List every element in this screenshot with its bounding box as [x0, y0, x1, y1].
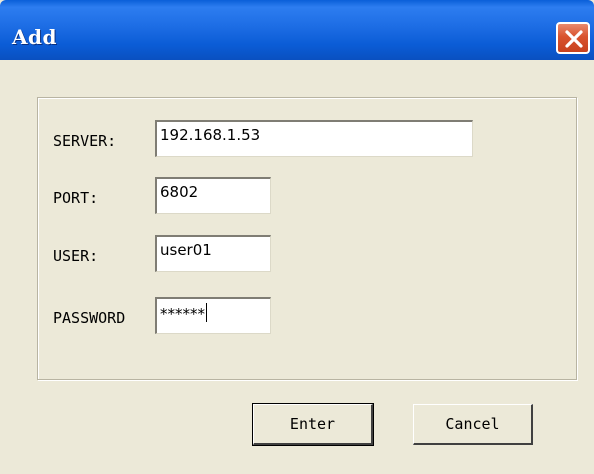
- title-bar[interactable]: Add: [0, 0, 594, 60]
- port-label: PORT:: [53, 189, 99, 207]
- close-x-icon: [565, 30, 583, 48]
- password-input[interactable]: ******: [155, 297, 271, 334]
- port-input[interactable]: 6802: [155, 177, 271, 214]
- enter-button-label: Enter: [289, 415, 336, 433]
- user-label: USER:: [53, 247, 99, 265]
- cancel-button-label: Cancel: [445, 415, 500, 433]
- password-label: PASSWORD: [53, 309, 126, 327]
- user-input[interactable]: user01: [155, 235, 271, 272]
- close-button[interactable]: [556, 22, 590, 54]
- text-caret: [206, 303, 207, 322]
- cancel-button[interactable]: Cancel: [413, 404, 533, 445]
- password-value: ******: [160, 305, 205, 323]
- server-value: 192.168.1.53: [160, 126, 261, 144]
- dialog-title: Add: [12, 25, 57, 49]
- add-dialog: Add SERVER: 192.168.1.53 PORT: 6802 USER…: [0, 0, 594, 474]
- enter-button[interactable]: Enter: [252, 403, 374, 446]
- port-value: 6802: [160, 183, 199, 201]
- server-input[interactable]: 192.168.1.53: [155, 120, 473, 157]
- server-label: SERVER:: [53, 132, 117, 150]
- user-value: user01: [160, 241, 212, 259]
